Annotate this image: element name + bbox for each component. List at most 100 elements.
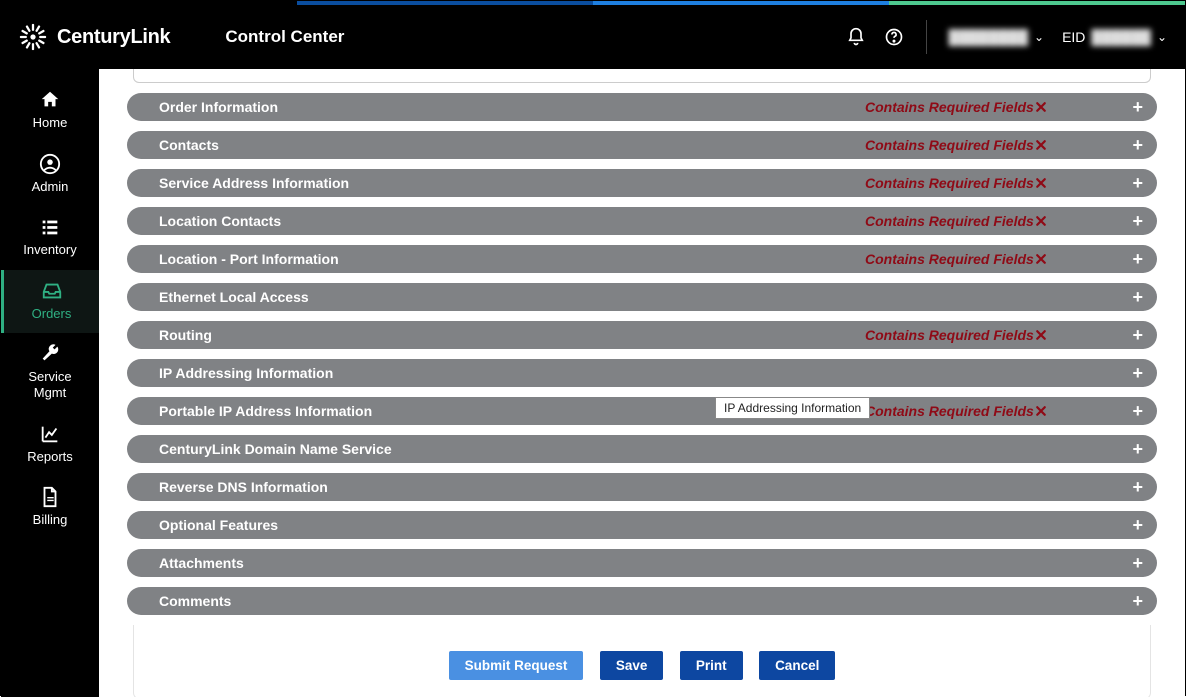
- chevron-down-icon: ⌄: [1034, 30, 1044, 44]
- app-header: CenturyLink Control Center ████████ ⌄ EI…: [1, 5, 1185, 69]
- sidebar-item-label: Inventory: [23, 242, 76, 257]
- expand-plus-icon: +: [1132, 98, 1143, 116]
- header-divider: [926, 20, 927, 54]
- expand-plus-icon: +: [1132, 440, 1143, 458]
- sidebar-item-service-mgmt[interactable]: ServiceMgmt: [1, 333, 99, 412]
- sidebar-item-inventory[interactable]: Inventory: [1, 206, 99, 270]
- eid-dropdown[interactable]: EID ██████ ⌄: [1062, 29, 1167, 45]
- user-circle-icon: [39, 153, 61, 175]
- sidebar-item-reports[interactable]: Reports: [1, 413, 99, 477]
- sidebar-item-home[interactable]: Home: [1, 79, 99, 143]
- sidebar-item-label: Admin: [32, 179, 69, 194]
- sidebar-item-billing[interactable]: Billing: [1, 476, 99, 540]
- accordion-title: Location - Port Information: [159, 251, 339, 267]
- required-fields-badge: Contains Required Fields: [865, 403, 1047, 419]
- eid-value-masked: ██████: [1091, 29, 1151, 45]
- accordion-container: Order InformationContains Required Field…: [127, 93, 1157, 615]
- accordion-title: Portable IP Address Information: [159, 403, 372, 419]
- expand-plus-icon: +: [1132, 402, 1143, 420]
- required-x-icon: [1035, 101, 1047, 113]
- panel-top-frame: [133, 69, 1151, 83]
- required-x-icon: [1035, 329, 1047, 341]
- cancel-button[interactable]: Cancel: [759, 651, 835, 680]
- expand-plus-icon: +: [1132, 174, 1143, 192]
- accordion-section-attachments[interactable]: Attachments+: [127, 549, 1157, 577]
- chevron-down-icon: ⌄: [1157, 30, 1167, 44]
- tooltip: IP Addressing Information: [715, 397, 870, 419]
- submit-request-button[interactable]: Submit Request: [449, 651, 584, 680]
- accordion-section-ip-addressing-information[interactable]: IP Addressing Information +: [127, 359, 1157, 387]
- accordion-section-location-contacts[interactable]: Location Contacts Contains Required Field…: [127, 207, 1157, 235]
- expand-plus-icon: +: [1132, 288, 1143, 306]
- inbox-icon: [41, 280, 63, 302]
- accordion-section-order-information[interactable]: Order InformationContains Required Field…: [127, 93, 1157, 121]
- accordion-section-reverse-dns-information[interactable]: Reverse DNS Information +: [127, 473, 1157, 501]
- sidebar-item-label: Billing: [33, 512, 68, 527]
- sidebar-item-label: ServiceMgmt: [28, 369, 71, 400]
- top-color-strip: [1, 1, 1185, 5]
- accordion-title: Comments: [159, 593, 231, 609]
- expand-plus-icon: +: [1132, 554, 1143, 572]
- brand-block[interactable]: CenturyLink: [19, 23, 170, 51]
- accordion-section-portable-ip-address-information[interactable]: Portable IP Address Information Contains …: [127, 397, 1157, 425]
- accordion-section-service-address-information[interactable]: Service Address Information Contains Requ…: [127, 169, 1157, 197]
- accordion-title: Service Address Information: [159, 175, 349, 191]
- bell-icon[interactable]: [846, 27, 866, 47]
- sidebar-item-orders[interactable]: Orders: [1, 270, 99, 334]
- brand-text: CenturyLink: [57, 26, 170, 49]
- wrench-icon: [39, 343, 61, 365]
- home-icon: [39, 89, 61, 111]
- accordion-title: Location Contacts: [159, 213, 281, 229]
- action-footer: Submit Request Save Print Cancel: [133, 625, 1151, 697]
- expand-plus-icon: +: [1132, 478, 1143, 496]
- required-fields-badge: Contains Required Fields: [865, 175, 1047, 191]
- expand-plus-icon: +: [1132, 364, 1143, 382]
- accordion-title: CenturyLink Domain Name Service: [159, 441, 392, 457]
- expand-plus-icon: +: [1132, 592, 1143, 610]
- required-x-icon: [1035, 405, 1047, 417]
- accordion-section-ethernet-local-access[interactable]: Ethernet Local Access +: [127, 283, 1157, 311]
- account-dropdown[interactable]: ████████ ⌄: [949, 29, 1044, 45]
- expand-plus-icon: +: [1132, 326, 1143, 344]
- list-icon: [39, 216, 61, 238]
- accordion-section-location-port-information[interactable]: Location - Port Information Contains Requ…: [127, 245, 1157, 273]
- accordion-title: Optional Features: [159, 517, 278, 533]
- sidebar-item-admin[interactable]: Admin: [1, 143, 99, 207]
- required-fields-badge: Contains Required Fields: [865, 251, 1047, 267]
- required-x-icon: [1035, 253, 1047, 265]
- save-button[interactable]: Save: [600, 651, 664, 680]
- eid-label: EID: [1062, 29, 1085, 45]
- expand-plus-icon: +: [1132, 136, 1143, 154]
- sidebar-item-label: Reports: [27, 449, 73, 464]
- sidebar-item-label: Home: [33, 115, 68, 130]
- required-fields-badge: Contains Required Fields: [865, 137, 1047, 153]
- main-content: Order InformationContains Required Field…: [99, 69, 1185, 697]
- accordion-section-comments[interactable]: Comments +: [127, 587, 1157, 615]
- accordion-title: Ethernet Local Access: [159, 289, 309, 305]
- print-button[interactable]: Print: [680, 651, 743, 680]
- sidebar-item-label: Orders: [32, 306, 72, 321]
- required-x-icon: [1035, 139, 1047, 151]
- accordion-title: Reverse DNS Information: [159, 479, 328, 495]
- accordion-title: Contacts: [159, 137, 219, 153]
- required-x-icon: [1035, 177, 1047, 189]
- sidebar-nav: Home Admin Inventory Orders ServiceMgmt Repor…: [1, 69, 99, 697]
- accordion-title: Routing: [159, 327, 212, 343]
- required-fields-badge: Contains Required Fields: [865, 99, 1047, 115]
- accordion-title: IP Addressing Information: [159, 365, 333, 381]
- required-fields-badge: Contains Required Fields: [865, 327, 1047, 343]
- accordion-section-optional-features[interactable]: Optional Features +: [127, 511, 1157, 539]
- account-name-masked: ████████: [949, 29, 1028, 45]
- document-icon: [39, 486, 61, 508]
- expand-plus-icon: +: [1132, 250, 1143, 268]
- required-fields-badge: Contains Required Fields: [865, 213, 1047, 229]
- accordion-section-routing[interactable]: Routing Contains Required Fields +: [127, 321, 1157, 349]
- accordion-section-centurylink-domain-name-service[interactable]: CenturyLink Domain Name Service +: [127, 435, 1157, 463]
- app-title: Control Center: [225, 27, 344, 47]
- accordion-section-contacts[interactable]: Contacts Contains Required Fields +: [127, 131, 1157, 159]
- chart-icon: [39, 423, 61, 445]
- centurylink-logo-icon: [19, 23, 47, 51]
- expand-plus-icon: +: [1132, 212, 1143, 230]
- expand-plus-icon: +: [1132, 516, 1143, 534]
- help-icon[interactable]: [884, 27, 904, 47]
